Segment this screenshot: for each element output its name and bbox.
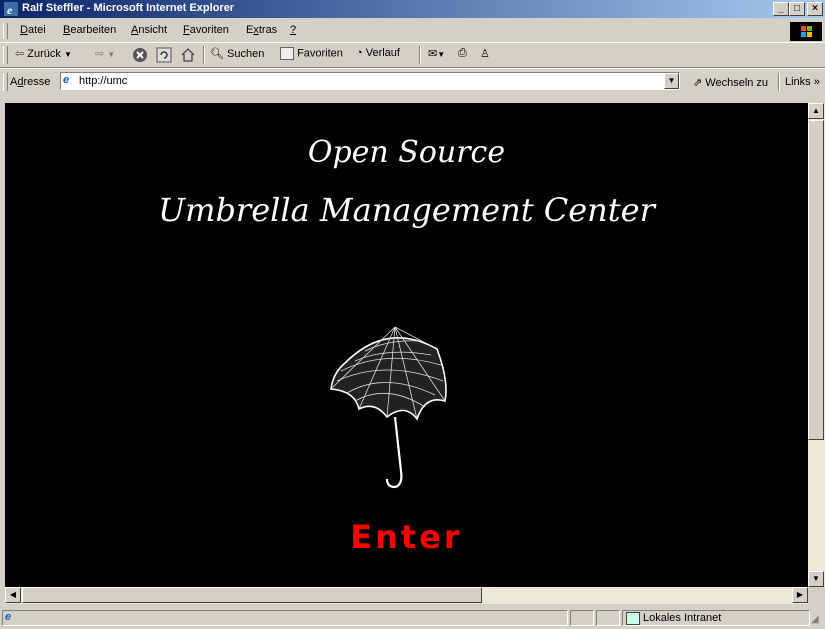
intranet-zone-icon [626,612,640,625]
home-icon[interactable] [180,47,196,63]
title-bar: e Ralf Steffler - Microsoft Internet Exp… [0,0,825,18]
address-bar: Adresse e http://umc ▼ ⇗ Wechseln zu Lin… [0,68,825,95]
status-panel [596,610,620,626]
links-button[interactable]: Links » [785,76,820,88]
enter-link[interactable]: Enter [5,518,808,556]
address-grip [3,73,8,91]
search-label: Suchen [227,48,265,60]
menu-datei[interactable]: Datei [20,24,46,36]
zone-label: Lokales Intranet [643,612,722,624]
vertical-scrollbar[interactable]: ▲ ▼ [808,103,825,587]
go-arrow-icon: ⇗ [693,77,703,89]
page-title-line2: Umbrella Management Center [158,191,655,229]
address-input[interactable]: e http://umc ▼ [60,72,680,90]
status-panel [570,610,594,626]
print-icon: ⎙ [458,47,467,59]
status-bar: e Lokales Intranet ◢ [0,608,825,629]
page-status-icon: e [5,611,12,623]
menu-favoriten-key: F [183,24,190,36]
history-icon: ◔ [356,47,363,59]
scroll-down-button[interactable]: ▼ [808,571,824,587]
windows-logo-icon [790,22,822,41]
zone-panel: Lokales Intranet [622,610,810,626]
forward-button[interactable]: ⇨ ▼ [95,47,115,60]
go-label: Wechseln zu [705,77,769,89]
forward-dropdown-icon[interactable]: ▼ [107,50,115,59]
page-title-line1: Open Source [307,135,506,170]
address-url[interactable]: http://umc [79,75,127,87]
menu-ansicht[interactable]: Ansicht [131,24,167,36]
search-button[interactable]: 🔍︎ Suchen [210,47,264,60]
maximize-button[interactable]: □ [789,2,805,16]
go-button[interactable]: ⇗ Wechseln zu [693,76,768,89]
svg-text:e: e [7,3,13,17]
menu-favoriten[interactable]: Favoriten [183,24,229,36]
scroll-left-button[interactable]: ◀ [5,587,21,603]
stop-icon[interactable] [132,47,148,63]
menu-help-key: ? [290,24,297,36]
mail-dropdown-icon[interactable]: ▼ [437,50,445,59]
forward-arrow-icon: ⇨ [95,48,105,60]
menu-extras-label: tras [258,24,278,36]
scroll-corner [808,587,825,604]
menu-ansicht-label: nsicht [138,24,168,36]
toolbar-separator [419,46,421,64]
favorites-button[interactable]: Favoriten [280,47,343,60]
address-label-post: resse [23,76,51,88]
scroll-right-button[interactable]: ▶ [792,587,808,603]
history-label: Verlauf [365,47,400,59]
history-button[interactable]: ◔ Verlauf [356,47,400,59]
menu-favoriten-label: avoriten [189,24,229,36]
horizontal-scrollbar[interactable]: ◀ ▶ [5,587,808,604]
chevron-right-icon: » [813,76,820,88]
status-text-panel: e [2,610,568,626]
favorites-label: Favoriten [297,47,343,60]
scroll-up-button[interactable]: ▲ [808,103,824,119]
menu-bearbeiten-label: earbeiten [70,24,117,36]
menu-bearbeiten[interactable]: Bearbeiten [63,24,116,36]
back-label: Zurück [27,48,61,60]
menu-extras[interactable]: Extras [246,24,277,36]
umbrella-icon [330,326,447,489]
window-title: Ralf Steffler - Microsoft Internet Explo… [22,2,235,14]
back-dropdown-icon[interactable]: ▼ [64,50,72,59]
messenger-button[interactable]: ♙ [480,47,490,60]
menu-grip [3,23,8,39]
search-icon: 🔍︎ [210,48,224,60]
back-button[interactable]: ⇦ Zurück ▼ [15,47,72,60]
menu-datei-key: D [20,24,28,36]
toolbar-grip [3,46,8,64]
links-label: Links [785,76,811,88]
horizontal-scroll-thumb[interactable] [22,587,482,603]
menu-datei-label: atei [27,24,46,36]
resize-grip[interactable]: ◢ [811,614,819,625]
messenger-icon: ♙ [480,48,490,60]
refresh-icon[interactable] [156,47,172,63]
toolbar-separator [203,46,205,64]
favorites-icon [280,47,294,60]
menu-bar: Datei Bearbeiten Ansicht Favoriten Extra… [0,20,825,43]
address-dropdown-button[interactable]: ▼ [664,73,679,89]
standard-toolbar: ⇦ Zurück ▼ ⇨ ▼ 🔍︎ Suchen Favoriten ◔ Ver… [0,43,825,68]
address-label: Adresse [10,76,50,88]
print-button[interactable]: ⎙ [458,47,467,60]
back-arrow-icon: ⇦ [15,48,25,60]
minimize-button[interactable]: _ [773,2,789,16]
mail-icon: ✉ [428,48,438,60]
links-separator [778,73,780,91]
vertical-scroll-thumb[interactable] [808,120,824,440]
page-icon: e [63,74,70,86]
page-viewport: Open Source Umbrella Management Center E… [5,103,808,587]
close-button[interactable]: × [807,2,823,16]
menu-help[interactable]: ? [290,24,296,36]
mail-button[interactable]: ✉▼ [428,47,445,60]
ie-icon: e [4,2,18,17]
